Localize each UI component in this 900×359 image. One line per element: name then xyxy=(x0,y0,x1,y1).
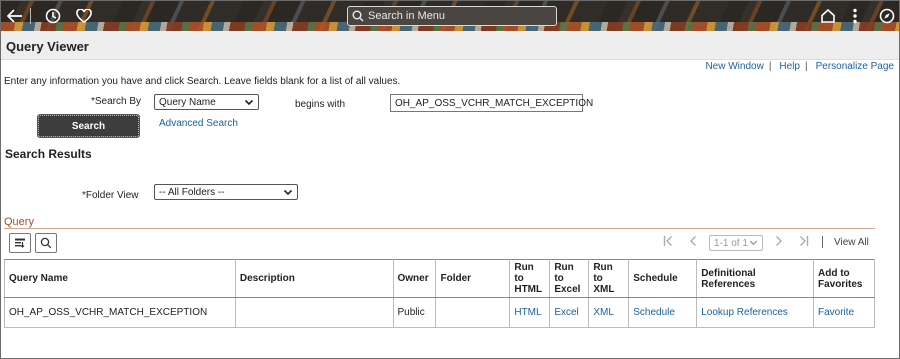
view-all-link[interactable]: View All xyxy=(834,237,869,248)
previous-page-icon[interactable] xyxy=(689,235,697,250)
owner-cell: Public xyxy=(393,298,436,328)
query-name-value: OH_AP_OSS_VCHR_MATCH_EXCEPTION xyxy=(395,98,593,109)
query-name-cell: OH_AP_OSS_VCHR_MATCH_EXCEPTION xyxy=(5,298,236,328)
chevron-down-icon xyxy=(283,187,293,200)
add-to-favorites-link[interactable]: Favorite xyxy=(818,307,854,318)
personalize-grid-button[interactable] xyxy=(9,233,31,253)
next-page-icon[interactable] xyxy=(775,235,783,250)
search-by-dropdown[interactable]: Query Name xyxy=(154,94,259,110)
schedule-link[interactable]: Schedule xyxy=(633,307,675,318)
folder-view-label: *Folder View xyxy=(82,190,139,201)
actions-menu-icon[interactable] xyxy=(848,6,862,26)
find-in-grid-button[interactable] xyxy=(35,233,57,253)
page-range-dropdown[interactable]: 1-1 of 1 xyxy=(709,235,763,251)
page-title-bar: Query Viewer xyxy=(1,31,899,60)
chevron-down-icon xyxy=(749,238,758,250)
folder-view-dropdown[interactable]: -- All Folders -- xyxy=(154,184,298,200)
banner-divider xyxy=(30,8,31,24)
operator-label: begins with xyxy=(295,99,345,110)
page-range-value: 1-1 of 1 xyxy=(714,238,748,249)
column-header-run-html: Run to HTML xyxy=(510,260,550,298)
description-cell xyxy=(235,298,393,328)
menu-search-input[interactable]: Search in Menu xyxy=(347,6,557,26)
query-results-table: Query Name Description Owner Folder Run … xyxy=(4,259,875,328)
search-icon xyxy=(40,237,52,249)
page-links: New Window| Help| Personalize Page xyxy=(705,61,894,72)
menu-search-placeholder: Search in Menu xyxy=(368,10,445,22)
column-header-run-excel: Run to Excel xyxy=(550,260,589,298)
lookup-references-link[interactable]: Lookup References xyxy=(701,307,788,318)
column-header-definitional-references: Definitional References xyxy=(697,260,814,298)
top-banner: Search in Menu xyxy=(1,1,899,31)
last-page-icon[interactable] xyxy=(799,235,809,250)
advanced-search-link[interactable]: Advanced Search xyxy=(159,118,238,129)
folder-view-value: -- All Folders -- xyxy=(159,187,225,198)
column-header-schedule: Schedule xyxy=(629,260,697,298)
search-instructions: Enter any information you have and click… xyxy=(4,76,400,87)
personalize-page-link[interactable]: Personalize Page xyxy=(816,61,894,72)
grid-title: Query xyxy=(4,216,34,228)
run-to-html-link[interactable]: HTML xyxy=(514,307,541,318)
column-header-folder[interactable]: Folder xyxy=(436,260,510,298)
table-header-row: Query Name Description Owner Folder Run … xyxy=(5,260,875,298)
column-header-run-xml: Run to XML xyxy=(589,260,629,298)
chevron-down-icon xyxy=(244,97,254,110)
recent-history-icon[interactable] xyxy=(44,6,62,26)
favorites-heart-icon[interactable] xyxy=(75,6,93,26)
navigator-compass-icon[interactable] xyxy=(878,6,896,26)
page-title: Query Viewer xyxy=(6,39,89,54)
new-window-link[interactable]: New Window xyxy=(705,61,763,72)
back-arrow-icon[interactable] xyxy=(6,6,24,26)
table-row: OH_AP_OSS_VCHR_MATCH_EXCEPTION Public HT… xyxy=(5,298,875,328)
search-button[interactable]: Search xyxy=(38,115,139,137)
search-by-value: Query Name xyxy=(159,97,216,108)
folder-cell xyxy=(436,298,510,328)
column-header-query-name[interactable]: Query Name xyxy=(5,260,236,298)
query-name-input[interactable]: OH_AP_OSS_VCHR_MATCH_EXCEPTION xyxy=(390,94,583,112)
help-link[interactable]: Help xyxy=(779,61,800,72)
home-icon[interactable] xyxy=(819,6,837,26)
column-header-owner[interactable]: Owner xyxy=(393,260,436,298)
grid-settings-icon xyxy=(14,237,26,249)
grid-title-divider xyxy=(4,228,875,229)
run-to-excel-link[interactable]: Excel xyxy=(554,307,578,318)
run-to-xml-link[interactable]: XML xyxy=(593,307,614,318)
column-header-description[interactable]: Description xyxy=(235,260,393,298)
search-by-label: *Search By xyxy=(91,96,141,107)
column-header-add-to-favorites: Add to Favorites xyxy=(813,260,874,298)
search-icon xyxy=(352,10,364,22)
first-page-icon[interactable] xyxy=(663,235,673,250)
search-results-title: Search Results xyxy=(5,147,92,161)
